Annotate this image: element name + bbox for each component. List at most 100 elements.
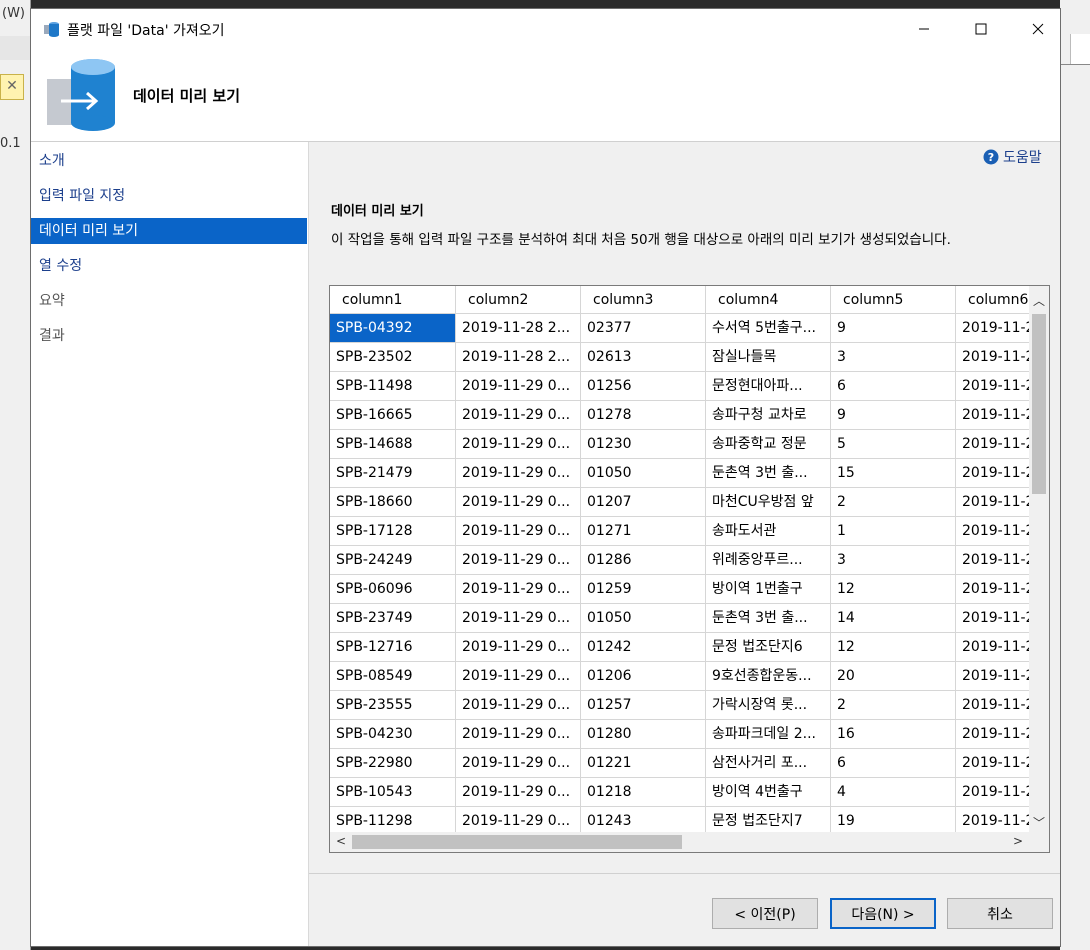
scroll-up-icon[interactable]: ︿ [1033,292,1045,309]
table-row[interactable]: SPB-14688 2019-11-29 0... 01230 송파중학교 정문 5 20… [330,430,1049,459]
table-cell[interactable]: 01218 [581,778,706,807]
horizontal-scroll-thumb[interactable] [352,835,682,849]
table-cell[interactable]: 12 [831,575,956,604]
table-cell[interactable]: 02377 [581,314,706,343]
table-cell[interactable]: 2019-11-28 2... [456,343,581,372]
table-cell[interactable]: 01257 [581,691,706,720]
maximize-button[interactable] [958,9,1004,49]
table-cell[interactable]: 2019-11-29 0... [456,720,581,749]
table-cell[interactable]: 송파파크데일 2... [706,720,831,749]
table-cell[interactable]: 2019-11-29 0... [456,430,581,459]
table-cell[interactable]: 송파구청 교차로 [706,401,831,430]
table-cell[interactable]: 2019-11-29 0... [456,546,581,575]
table-cell[interactable]: 송파중학교 정문 [706,430,831,459]
table-cell[interactable]: 2019-11-29 0... [456,749,581,778]
table-cell[interactable]: 9 [831,401,956,430]
table-row[interactable]: SPB-10543 2019-11-29 0... 01218 방이역 4번출구 4 20… [330,778,1049,807]
table-cell[interactable]: 삼전사거리 포... [706,749,831,778]
table-row[interactable]: SPB-23555 2019-11-29 0... 01257 가락시장역 롯... 2… [330,691,1049,720]
table-row[interactable]: SPB-04230 2019-11-29 0... 01280 송파파크데일 2...… [330,720,1049,749]
table-row[interactable]: SPB-24249 2019-11-29 0... 01286 위례중앙푸르... 3 2… [330,546,1049,575]
table-cell[interactable]: 01286 [581,546,706,575]
table-cell[interactable]: 01271 [581,517,706,546]
table-cell[interactable]: 01259 [581,575,706,604]
table-cell[interactable]: 01221 [581,749,706,778]
table-cell[interactable]: 6 [831,749,956,778]
table-row[interactable]: SPB-16665 2019-11-29 0... 01278 송파구청 교차로 9 20… [330,401,1049,430]
table-cell[interactable]: SPB-16665 [330,401,456,430]
table-cell[interactable]: 잠실나들목 [706,343,831,372]
table-cell[interactable]: 마천CU우방점 앞 [706,488,831,517]
minimize-button[interactable] [901,9,947,49]
sidebar-item-specify-input-file[interactable]: 입력 파일 지정 [31,183,307,209]
table-cell[interactable]: SPB-06096 [330,575,456,604]
table-cell[interactable]: 2019-11-29 0... [456,662,581,691]
table-row[interactable]: SPB-18660 2019-11-29 0... 01207 마천CU우방점 앞22… [330,488,1049,517]
table-cell[interactable]: 4 [831,778,956,807]
table-cell[interactable]: 2019-11-29 0... [456,691,581,720]
table-row[interactable]: SPB-11498 2019-11-29 0... 01256 문정현대아파... 6 2… [330,372,1049,401]
table-row[interactable]: SPB-23749 2019-11-29 0... 01050 둔촌역 3번 출...… [330,604,1049,633]
table-cell[interactable]: 5 [831,430,956,459]
table-cell[interactable]: 9호선종합운동... [706,662,831,691]
table-cell[interactable]: 2019-11-29 0... [456,575,581,604]
table-cell[interactable]: SPB-12716 [330,633,456,662]
scroll-down-icon[interactable]: ﹀ [1033,814,1045,831]
table-cell[interactable]: 방이역 4번출구 [706,778,831,807]
table-cell[interactable]: SPB-04392 [330,314,456,343]
table-cell[interactable]: 14 [831,604,956,633]
table-row[interactable]: SPB-23502 2019-11-28 2... 02613 잠실나들목 3 2019-… [330,343,1049,372]
scroll-right-icon[interactable]: > [1013,834,1023,848]
table-cell[interactable]: 2 [831,691,956,720]
sidebar-item-modify-columns[interactable]: 열 수정 [31,253,307,279]
table-cell[interactable]: SPB-17128 [330,517,456,546]
table-row[interactable]: SPB-12716 2019-11-29 0... 01242 문정 법조단지6 12 2… [330,633,1049,662]
table-cell[interactable]: SPB-24249 [330,546,456,575]
table-cell[interactable]: 문정현대아파... [706,372,831,401]
vertical-scrollbar[interactable]: ︿ ﹀ [1029,286,1049,832]
table-row[interactable]: SPB-06096 2019-11-29 0... 01259 방이역 1번출구 12 2… [330,575,1049,604]
table-cell[interactable]: 2019-11-29 0... [456,459,581,488]
table-cell[interactable]: 위례중앙푸르... [706,546,831,575]
sidebar-item-preview-data[interactable]: 데이터 미리 보기 [31,218,307,244]
table-row[interactable]: SPB-17128 2019-11-29 0... 01271 송파도서관 1 2019-… [330,517,1049,546]
table-row[interactable]: SPB-08549 2019-11-29 0... 01206 9호선종합운동... 2… [330,662,1049,691]
table-cell[interactable]: 3 [831,343,956,372]
table-cell[interactable]: 2019-11-28 2... [456,314,581,343]
table-cell[interactable]: 2019-11-29 0... [456,488,581,517]
scroll-left-icon[interactable]: < [336,834,346,848]
table-cell[interactable]: SPB-11498 [330,372,456,401]
table-row[interactable]: SPB-04392 2019-11-28 2... 02377 수서역 5번출구...… [330,314,1049,343]
column-header[interactable]: column2 [456,286,581,314]
table-cell[interactable]: SPB-21479 [330,459,456,488]
table-cell[interactable]: 9 [831,314,956,343]
table-cell[interactable]: 가락시장역 롯... [706,691,831,720]
table-cell[interactable]: SPB-23555 [330,691,456,720]
table-cell[interactable]: 01278 [581,401,706,430]
table-cell[interactable]: SPB-10543 [330,778,456,807]
table-cell[interactable]: 둔촌역 3번 출... [706,604,831,633]
table-cell[interactable]: 1 [831,517,956,546]
column-header[interactable]: column4 [706,286,831,314]
table-cell[interactable]: 12 [831,633,956,662]
table-cell[interactable]: SPB-22980 [330,749,456,778]
table-cell[interactable]: 2 [831,488,956,517]
horizontal-scrollbar[interactable]: < > [330,832,1049,852]
table-cell[interactable]: 6 [831,372,956,401]
table-cell[interactable]: SPB-18660 [330,488,456,517]
table-cell[interactable]: SPB-23749 [330,604,456,633]
table-cell[interactable]: 02613 [581,343,706,372]
table-cell[interactable]: 01050 [581,604,706,633]
table-cell[interactable]: 2019-11-29 0... [456,401,581,430]
previous-button[interactable]: < 이전(P) [712,898,818,929]
table-cell[interactable]: 01206 [581,662,706,691]
table-cell[interactable]: SPB-14688 [330,430,456,459]
cancel-button[interactable]: 취소 [947,898,1053,929]
table-cell[interactable]: 15 [831,459,956,488]
table-cell[interactable]: 20 [831,662,956,691]
help-link[interactable]: ? 도움말 [983,147,1042,167]
column-header[interactable]: column1 [330,286,456,314]
table-cell[interactable]: 01242 [581,633,706,662]
vertical-scroll-thumb[interactable] [1032,314,1046,494]
table-cell[interactable]: 01280 [581,720,706,749]
